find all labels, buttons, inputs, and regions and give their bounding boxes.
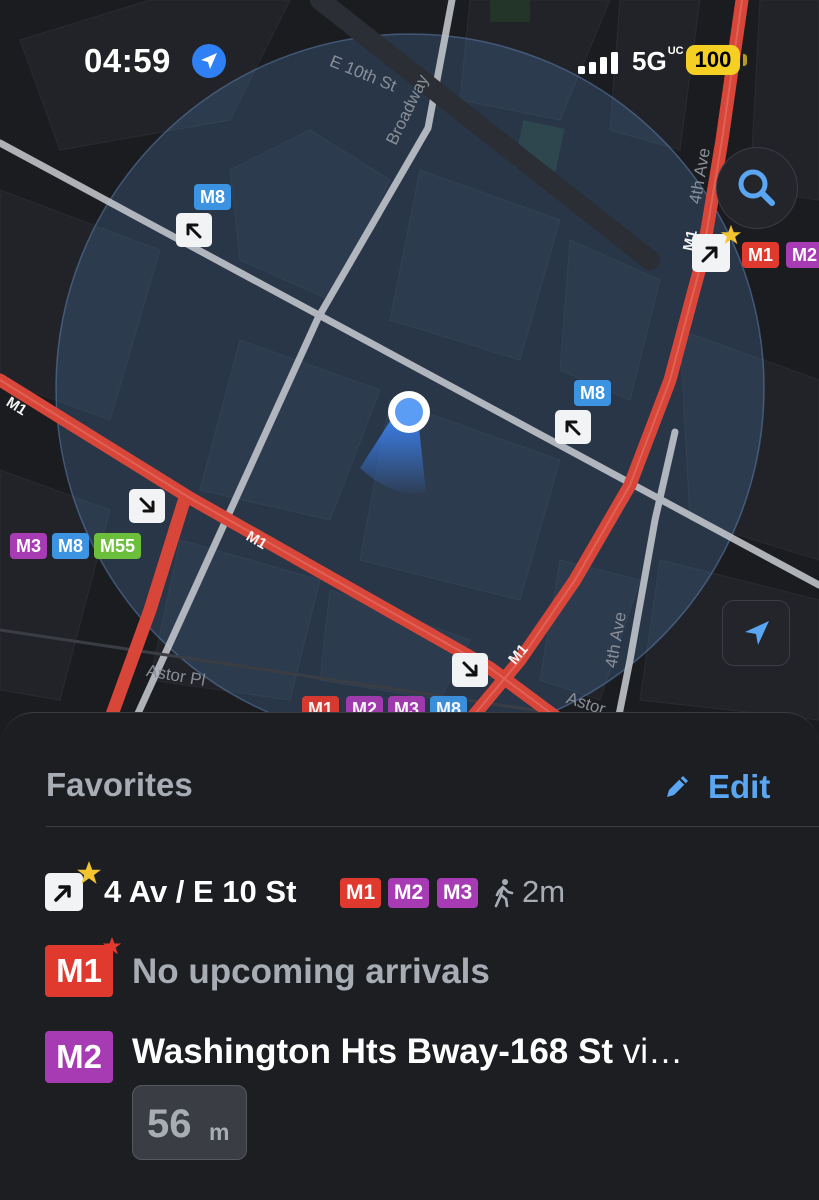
location-services-icon bbox=[192, 44, 226, 78]
bus-stop-marker-upper-left[interactable] bbox=[176, 213, 212, 247]
route-badge: M2 bbox=[45, 1031, 113, 1083]
cellular-signal-icon bbox=[578, 52, 618, 74]
divider bbox=[46, 826, 819, 827]
route-tag: M3 bbox=[10, 533, 48, 559]
bus-stop-marker-bottom[interactable] bbox=[452, 653, 488, 687]
favorite-stop-row[interactable]: 4 Av / E 10 St M1 M2 M3 2m bbox=[44, 861, 804, 920]
route-tag: M1 bbox=[742, 242, 780, 268]
stop-name: 4 Av / E 10 St bbox=[104, 874, 297, 909]
route-tag: M8 bbox=[52, 533, 90, 559]
bus-stop-marker-middle-right[interactable] bbox=[555, 410, 591, 444]
pencil-icon bbox=[667, 776, 688, 797]
route-tag: M2 bbox=[388, 878, 430, 908]
route-tag: M2 bbox=[786, 242, 819, 268]
bus-stop-arrow-icon bbox=[139, 497, 155, 513]
route-tag: M3 bbox=[437, 878, 479, 908]
favorites-title: Favorites bbox=[46, 766, 193, 803]
status-bar: 04:59 5GUC 100 bbox=[0, 0, 819, 120]
bus-stop-marker-left[interactable] bbox=[129, 489, 165, 523]
eta-badge: 56 m bbox=[132, 1085, 247, 1160]
route-tag: M1 bbox=[340, 878, 382, 908]
bus-stop-arrow-icon bbox=[186, 223, 202, 239]
favorite-route-row-m1[interactable]: M1 No upcoming arrivals bbox=[44, 936, 804, 1002]
search-icon bbox=[738, 169, 775, 206]
star-icon bbox=[77, 861, 101, 884]
route-tag: M55 bbox=[94, 533, 142, 559]
eta-unit: m bbox=[209, 1119, 230, 1145]
eta-value: 56 bbox=[147, 1102, 192, 1146]
transit-app-screen: E 10th St Broadway 4th Ave 4th Ave Astor… bbox=[0, 0, 819, 1200]
bus-stop-arrow-icon bbox=[565, 420, 581, 436]
status-time: 04:59 bbox=[84, 42, 171, 79]
route-destination: Washington Hts Bway-168 St vi… bbox=[132, 1032, 683, 1071]
bus-stop-arrow-icon bbox=[462, 661, 478, 677]
favorite-route-row-m2[interactable]: M2 Washington Hts Bway-168 St vi… bbox=[44, 1028, 804, 1088]
user-location-dot bbox=[395, 398, 423, 426]
walking-person-icon bbox=[494, 879, 514, 908]
route-tag: M8 bbox=[574, 380, 612, 406]
battery-cap bbox=[743, 54, 747, 66]
arrival-status: No upcoming arrivals bbox=[132, 952, 490, 991]
locate-me-button[interactable] bbox=[722, 600, 790, 666]
route-tag: M8 bbox=[194, 184, 232, 210]
star-icon bbox=[102, 936, 122, 955]
battery-indicator: 100 bbox=[686, 45, 740, 75]
location-arrow-icon bbox=[745, 621, 769, 645]
search-button[interactable] bbox=[716, 147, 798, 229]
network-type: 5GUC bbox=[632, 45, 684, 77]
